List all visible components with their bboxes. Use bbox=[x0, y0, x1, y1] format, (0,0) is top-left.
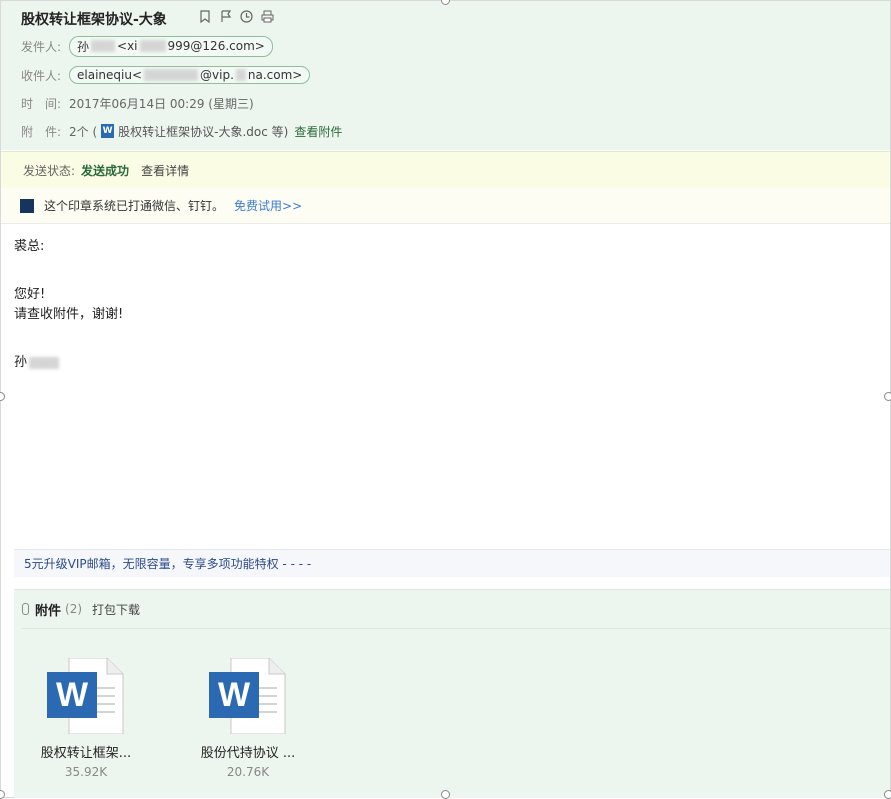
time-label: 时 间: bbox=[21, 96, 62, 111]
time-value: 2017年06月14日 00:29 (星期三) bbox=[69, 96, 254, 111]
attachment-row: 附 件: 2个 ( W 股权转让框架协议-大象.doc 等) 查看附件 bbox=[21, 121, 342, 141]
send-status-label: 发送状态: bbox=[23, 163, 76, 178]
vip-upgrade-bar[interactable]: 5元升级VIP邮箱，无限容量，专享多项功能特权 - - - - bbox=[14, 549, 890, 577]
free-trial-link[interactable]: 免费试用>> bbox=[234, 197, 302, 214]
word-doc-icon: W bbox=[101, 124, 115, 138]
redacted-text bbox=[139, 40, 166, 52]
view-details-link[interactable]: 查看详情 bbox=[141, 162, 189, 179]
attachment-size: 35.92K bbox=[64, 765, 108, 779]
to-row: 收件人: elaineqiu < @vip. na.com> bbox=[21, 65, 311, 85]
view-attachments-link[interactable]: 查看附件 bbox=[294, 123, 342, 140]
recipient-email-suffix: na.com> bbox=[247, 68, 303, 82]
promo-text: 这个印章系统已打通微信、钉钉。 bbox=[44, 199, 225, 213]
redacted-text bbox=[91, 40, 116, 52]
sender-name: 孙 bbox=[77, 39, 90, 54]
mail-body: 裘总: 您好! 请查收附件，谢谢! 孙 bbox=[14, 237, 123, 373]
subject-actions bbox=[197, 9, 275, 24]
attachments-count: (2) bbox=[65, 602, 83, 616]
recipient-name: elaineqiu bbox=[77, 68, 132, 82]
time-row: 时 间: 2017年06月14日 00:29 (星期三) bbox=[21, 93, 254, 113]
seal-system-logo-icon bbox=[20, 198, 34, 213]
vip-upgrade-text: 5元升级VIP邮箱，无限容量，专享多项功能特权 - - - - bbox=[24, 557, 312, 571]
greeting: 裘总: bbox=[14, 239, 45, 254]
sender-email-prefix: <xi bbox=[117, 39, 138, 53]
bookmark-icon[interactable] bbox=[197, 9, 212, 24]
mail-subject: 股权转让框架协议-大象 bbox=[21, 12, 167, 28]
sender-email-suffix: 999@126.com> bbox=[167, 39, 265, 53]
send-status-value: 发送成功 bbox=[81, 163, 130, 178]
redacted-text bbox=[29, 356, 60, 369]
print-icon[interactable] bbox=[260, 9, 275, 24]
redacted-text bbox=[235, 69, 246, 81]
word-doc-icon: W bbox=[47, 657, 125, 735]
paperclip-icon bbox=[22, 603, 29, 615]
body-line: 请查收附件，谢谢! bbox=[14, 307, 124, 322]
attachments-header: 附件 (2) 打包下载 bbox=[22, 590, 890, 629]
send-status-bar: 发送状态: 发送成功 查看详情 bbox=[1, 151, 890, 189]
attachment-name: 股份代持协议 ... bbox=[200, 746, 296, 761]
promo-banner: 这个印章系统已打通微信、钉钉。 免费试用>> bbox=[1, 188, 890, 224]
svg-text:W: W bbox=[218, 676, 251, 714]
clock-icon[interactable] bbox=[239, 9, 254, 24]
resize-handle[interactable] bbox=[884, 392, 891, 401]
signature: 孙 bbox=[14, 353, 123, 373]
attachment-count: 2个 ( bbox=[69, 124, 98, 139]
svg-text:W: W bbox=[56, 676, 89, 714]
attachment-file-link[interactable]: W 股权转让框架协议-大象.doc 等) bbox=[97, 123, 288, 140]
to-label: 收件人: bbox=[21, 68, 62, 83]
attachment-size: 20.76K bbox=[226, 765, 270, 779]
sender-chip[interactable]: 孙 <xi 999@126.com> bbox=[69, 35, 273, 57]
attachment-name: 股权转让框架... bbox=[40, 746, 132, 761]
from-row: 发件人: 孙 <xi 999@126.com> bbox=[21, 35, 273, 57]
mail-header: 股权转让框架协议-大象 发件人: 孙 <xi 999@126.com> 收件人:… bbox=[1, 1, 890, 150]
attachments-title: 附件 bbox=[35, 603, 62, 619]
redacted-text bbox=[144, 69, 199, 81]
body-line: 您好! bbox=[14, 287, 46, 302]
attachments-panel: 附件 (2) 打包下载 W 股权转让框架... 35.92K W 股份代持协议 … bbox=[14, 589, 890, 798]
flag-icon[interactable] bbox=[218, 9, 233, 24]
attachment-item[interactable]: W 股权转让框架... 35.92K bbox=[26, 657, 146, 779]
recipient-chip[interactable]: elaineqiu < @vip. na.com> bbox=[69, 66, 311, 84]
attachment-label: 附 件: bbox=[21, 124, 62, 139]
from-label: 发件人: bbox=[21, 39, 62, 54]
word-doc-icon: W bbox=[209, 657, 287, 735]
recipient-email-prefix: < bbox=[131, 68, 143, 82]
recipient-email-mid: @vip. bbox=[200, 68, 234, 82]
attachment-item[interactable]: W 股份代持协议 ... 20.76K bbox=[188, 657, 308, 779]
download-all-link[interactable]: 打包下载 bbox=[92, 601, 140, 618]
